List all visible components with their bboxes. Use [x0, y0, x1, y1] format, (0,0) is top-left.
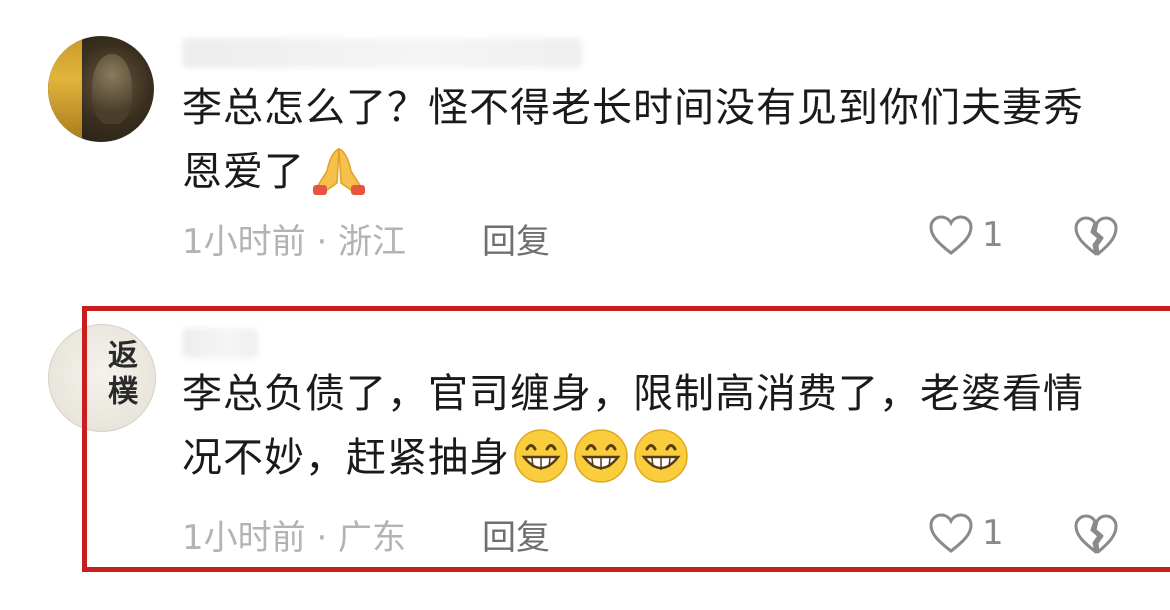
- dislike-button[interactable]: [1072, 214, 1120, 262]
- dislike-button[interactable]: [1072, 512, 1120, 560]
- folded-hands-emoji-icon: [313, 147, 365, 195]
- like-count: 1: [982, 215, 1004, 255]
- grinning-face-emoji-icon: [634, 429, 688, 483]
- grinning-face-emoji-icon: [514, 429, 568, 483]
- comment-list: 李总怎么了？怪不得老长时间没有见到你们夫妻秀恩爱了 1小时前 · 浙江 回复 1: [0, 0, 1170, 610]
- time-location: 1小时前 · 广东: [182, 518, 407, 558]
- like-button[interactable]: 1: [928, 214, 1004, 256]
- comment-meta: 1小时前 · 浙江 回复: [182, 214, 550, 263]
- username[interactable]: [182, 38, 582, 68]
- comment-meta: 1小时前 · 广东 回复: [182, 510, 550, 559]
- avatar[interactable]: [48, 36, 154, 142]
- like-count: 1: [982, 513, 1004, 553]
- reply-button[interactable]: 回复: [482, 510, 550, 559]
- grinning-face-emoji-icon: [574, 429, 628, 483]
- broken-heart-icon: [1074, 514, 1118, 554]
- comment-text: 李总负债了，官司缠身，限制高消费了，老婆看情况不妙，赶紧抽身: [182, 362, 1112, 490]
- comment-text: 李总怎么了？怪不得老长时间没有见到你们夫妻秀恩爱了: [182, 76, 1112, 204]
- avatar[interactable]: 返樸: [48, 324, 156, 432]
- username[interactable]: [182, 328, 258, 358]
- time-location: 1小时前 · 浙江: [182, 222, 407, 262]
- reply-button[interactable]: 回复: [482, 214, 550, 263]
- heart-icon: [929, 215, 973, 255]
- avatar-text: 返樸: [102, 339, 137, 411]
- like-button[interactable]: 1: [928, 512, 1004, 554]
- broken-heart-icon: [1074, 216, 1118, 256]
- heart-icon: [929, 513, 973, 553]
